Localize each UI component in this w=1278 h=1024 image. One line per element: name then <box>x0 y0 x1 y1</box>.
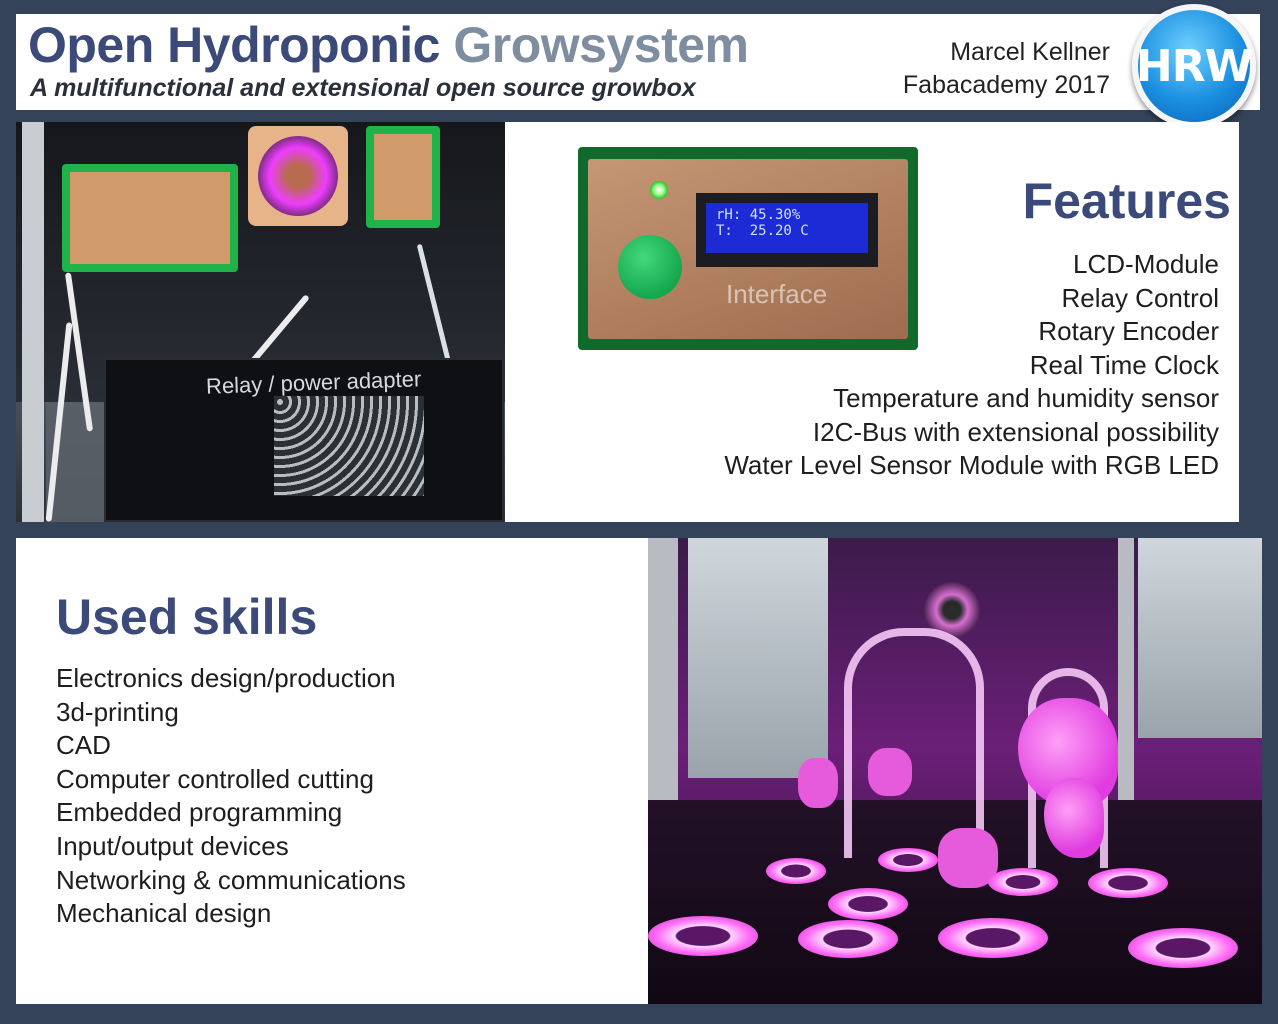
planting-cup <box>938 918 1048 958</box>
features-panel: rH: 45.30% T: 25.20 C Interface Features … <box>505 122 1239 522</box>
author-name: Marcel Kellner <box>950 38 1110 66</box>
author-block: Marcel Kellner Fabacademy 2017 <box>903 36 1110 102</box>
planting-cup <box>1128 928 1238 968</box>
hrw-logo: HRW <box>1132 4 1256 128</box>
fan-icon <box>248 126 348 226</box>
title-part-2: Growsystem <box>453 17 749 73</box>
electronics-photo: Relay / power adapter <box>16 122 505 522</box>
page-title: Open Hydroponic Growsystem <box>28 16 749 74</box>
event-name: Fabacademy 2017 <box>902 71 1110 99</box>
skills-list: Electronics design/production 3d-printin… <box>56 662 406 931</box>
list-item: Electronics design/production <box>56 663 396 693</box>
list-item: Mechanical design <box>56 898 272 929</box>
skills-panel: Used skills Electronics design/productio… <box>16 538 648 1004</box>
lcd-line-1: rH: 45.30% <box>716 207 801 223</box>
list-item: Real Time Clock <box>1029 349 1219 380</box>
planting-cup <box>988 868 1058 896</box>
header-banner: Open Hydroponic Growsystem A multifuncti… <box>16 14 1260 110</box>
planting-cup <box>766 858 826 884</box>
list-item: Rotary Encoder <box>1038 316 1219 346</box>
list-item: CAD <box>56 730 111 761</box>
rotary-knob-icon <box>618 235 682 299</box>
controller-board <box>62 164 238 272</box>
plants-photo <box>648 538 1262 1004</box>
list-item: Water Level Sensor Module with RGB LED <box>724 450 1219 480</box>
list-item: Input/output devices <box>56 830 289 861</box>
water-tube <box>844 628 984 858</box>
planting-cup <box>878 848 938 872</box>
lcd-line-2: T: 25.20 C <box>716 223 809 239</box>
title-part-1: Open Hydroponic <box>28 17 440 73</box>
planting-cup <box>798 920 898 958</box>
list-item: Networking & communications <box>56 864 406 895</box>
features-heading: Features <box>1022 173 1231 229</box>
aluminium-rail <box>22 122 44 522</box>
planting-cup <box>648 916 758 956</box>
list-item: I2C-Bus with extensional possibility <box>812 416 1219 447</box>
power-supply <box>274 396 424 496</box>
seedling <box>798 758 838 808</box>
planting-cup <box>828 888 908 920</box>
planting-cup <box>1088 868 1168 898</box>
list-item: Computer controlled cutting <box>56 763 374 794</box>
list-item: Embedded programming <box>56 797 343 828</box>
logo-text: HRW <box>1135 40 1253 92</box>
seedling <box>868 748 912 796</box>
window <box>688 538 828 778</box>
features-list: LCD-Module Relay Control Rotary Encoder … <box>724 248 1219 483</box>
page-subtitle: A multifunctional and extensional open s… <box>30 74 696 102</box>
window <box>1138 538 1262 738</box>
list-item: 3d-printing <box>56 696 179 727</box>
lcd-screen: rH: 45.30% T: 25.20 C <box>706 203 868 253</box>
status-led <box>650 181 668 199</box>
sensor-board <box>366 126 440 228</box>
list-item: Temperature and humidity sensor <box>833 383 1219 413</box>
skills-heading: Used skills <box>56 589 318 645</box>
frame-post <box>1118 538 1134 838</box>
list-item: Relay Control <box>1061 282 1219 313</box>
list-item: LCD-Module <box>1073 249 1219 279</box>
